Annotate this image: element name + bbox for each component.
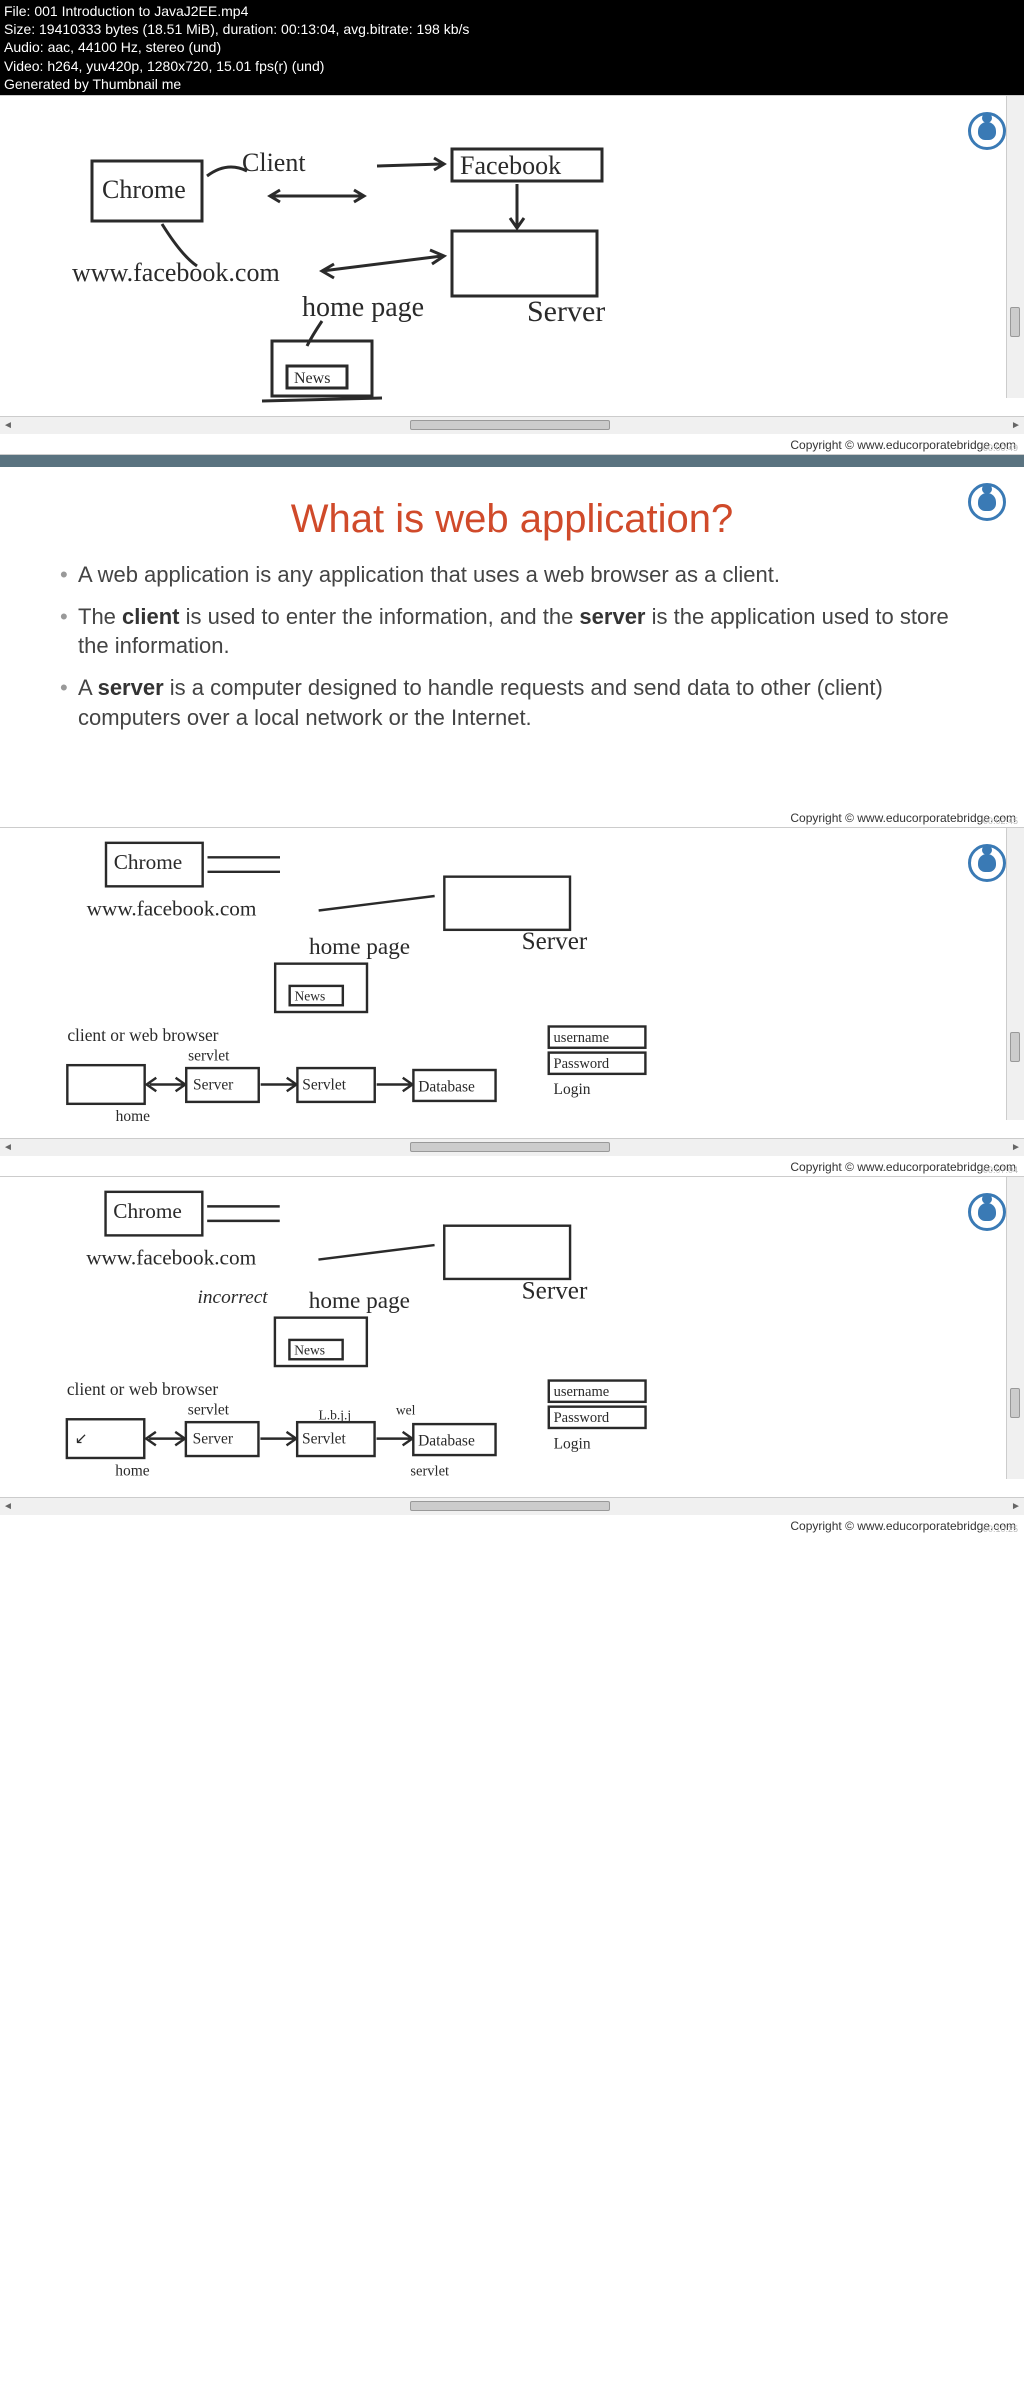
whiteboard-sketch-1: Chrome Client Facebook Server www.facebo… [0,96,1024,416]
svg-text:Server: Server [193,1430,234,1447]
copyright-text: Copyright © www.educorporatebridge.com 0… [0,807,1024,827]
scroll-left-icon[interactable]: ◄ [0,1501,16,1512]
scroll-left-icon[interactable]: ◄ [0,1142,16,1153]
slide-content: What is web application? A web applicati… [0,467,1024,807]
svg-text:L.b.j.j: L.b.j.j [318,1407,351,1422]
video-frame-4: Chrome Server www.facebook.com incorrect… [0,1176,1024,1535]
frame-timestamp: 00:00:49 [983,443,1018,453]
vertical-scrollbar[interactable] [1006,828,1024,1120]
audio-line: Audio: aac, 44100 Hz, stereo (und) [4,38,1020,56]
slide-title: What is web application? [40,497,984,542]
svg-text:servlet: servlet [410,1463,449,1479]
svg-text:Database: Database [418,1432,475,1449]
svg-text:Password: Password [554,1410,610,1426]
svg-text:home page: home page [309,1288,410,1314]
bullet-3: A server is a computer designed to handl… [60,673,984,732]
svg-text:client or web browser: client or web browser [67,1025,218,1045]
svg-text:Database: Database [418,1078,475,1095]
scroll-right-icon[interactable]: ► [1008,1501,1024,1512]
frame-timestamp: 00:10:25 [983,1524,1018,1534]
horizontal-scrollbar[interactable]: ◄ ► [0,416,1024,434]
svg-text:Client: Client [242,148,306,177]
svg-text:www.facebook.com: www.facebook.com [72,258,280,287]
video-frame-1: Chrome Client Facebook Server www.facebo… [0,95,1024,454]
svg-text:Login: Login [554,1081,591,1098]
video-line: Video: h264, yuv420p, 1280x720, 15.01 fp… [4,57,1020,75]
bullet-1: A web application is any application tha… [60,560,984,590]
generated-line: Generated by Thumbnail me [4,75,1020,93]
frame-timestamp: 00:02:45 [983,816,1018,826]
size-line: Size: 19410333 bytes (18.51 MiB), durati… [4,20,1020,38]
svg-text:servlet: servlet [188,1401,230,1418]
svg-text:News: News [294,1342,325,1357]
svg-text:Servlet: Servlet [302,1430,347,1447]
svg-text:Server: Server [522,1277,588,1304]
svg-text:News: News [294,370,330,387]
svg-text:Server: Server [527,295,605,328]
svg-text:Chrome: Chrome [114,850,182,874]
bullet-2: The client is used to enter the informat… [60,602,984,661]
copyright-text: Copyright © www.educorporatebridge.com 0… [0,1156,1024,1176]
sketch-svg: Chrome Server www.facebook.com home page… [10,838,1014,1128]
scroll-left-icon[interactable]: ◄ [0,420,16,431]
video-frame-3: Chrome Server www.facebook.com home page… [0,827,1024,1176]
video-frame-2: What is web application? A web applicati… [0,454,1024,827]
svg-text:Chrome: Chrome [113,1199,182,1223]
svg-text:Servlet: Servlet [302,1076,346,1093]
copyright-text: Copyright © www.educorporatebridge.com 0… [0,434,1024,454]
svg-text:home page: home page [302,292,424,323]
svg-text:home: home [116,1108,150,1125]
presenter-avatar-icon [968,844,1006,882]
vertical-scrollbar[interactable] [1006,96,1024,398]
svg-text:Facebook: Facebook [460,151,561,180]
whiteboard-sketch-3: Chrome Server www.facebook.com home page… [0,828,1024,1138]
presenter-avatar-icon [968,483,1006,521]
svg-text:home: home [115,1462,150,1479]
horizontal-scrollbar[interactable]: ◄ ► [0,1138,1024,1156]
svg-text:Login: Login [554,1435,591,1452]
svg-text:client or web browser: client or web browser [67,1379,218,1399]
svg-text:www.facebook.com: www.facebook.com [86,1245,256,1269]
svg-text:incorrect: incorrect [197,1287,268,1308]
vertical-scrollbar[interactable] [1006,1177,1024,1479]
svg-text:Chrome: Chrome [102,175,186,204]
horizontal-scrollbar[interactable]: ◄ ► [0,1497,1024,1515]
svg-text:Server: Server [522,928,588,955]
svg-text:News: News [295,988,326,1003]
frame-timestamp: 00:07:04 [983,1165,1018,1175]
svg-text:↙: ↙ [75,1430,88,1447]
scroll-right-icon[interactable]: ► [1008,1142,1024,1153]
svg-text:wel: wel [396,1402,416,1417]
presenter-avatar-icon [968,1193,1006,1231]
svg-text:www.facebook.com: www.facebook.com [87,896,257,920]
svg-text:Password: Password [554,1056,610,1072]
whiteboard-sketch-4: Chrome Server www.facebook.com incorrect… [0,1177,1024,1497]
presenter-avatar-icon [968,112,1006,150]
video-metadata: File: 001 Introduction to JavaJ2EE.mp4 S… [0,0,1024,95]
svg-text:username: username [554,1384,610,1400]
scroll-right-icon[interactable]: ► [1008,420,1024,431]
copyright-text: Copyright © www.educorporatebridge.com 0… [0,1515,1024,1535]
slide-top-bar [0,455,1024,467]
svg-text:home page: home page [309,934,410,960]
sketch-svg: Chrome Client Facebook Server www.facebo… [10,106,1014,406]
sketch-svg: Chrome Server www.facebook.com incorrect… [10,1187,1014,1487]
svg-text:servlet: servlet [188,1047,230,1064]
svg-text:Server: Server [193,1076,234,1093]
file-line: File: 001 Introduction to JavaJ2EE.mp4 [4,2,1020,20]
svg-text:username: username [554,1030,610,1046]
